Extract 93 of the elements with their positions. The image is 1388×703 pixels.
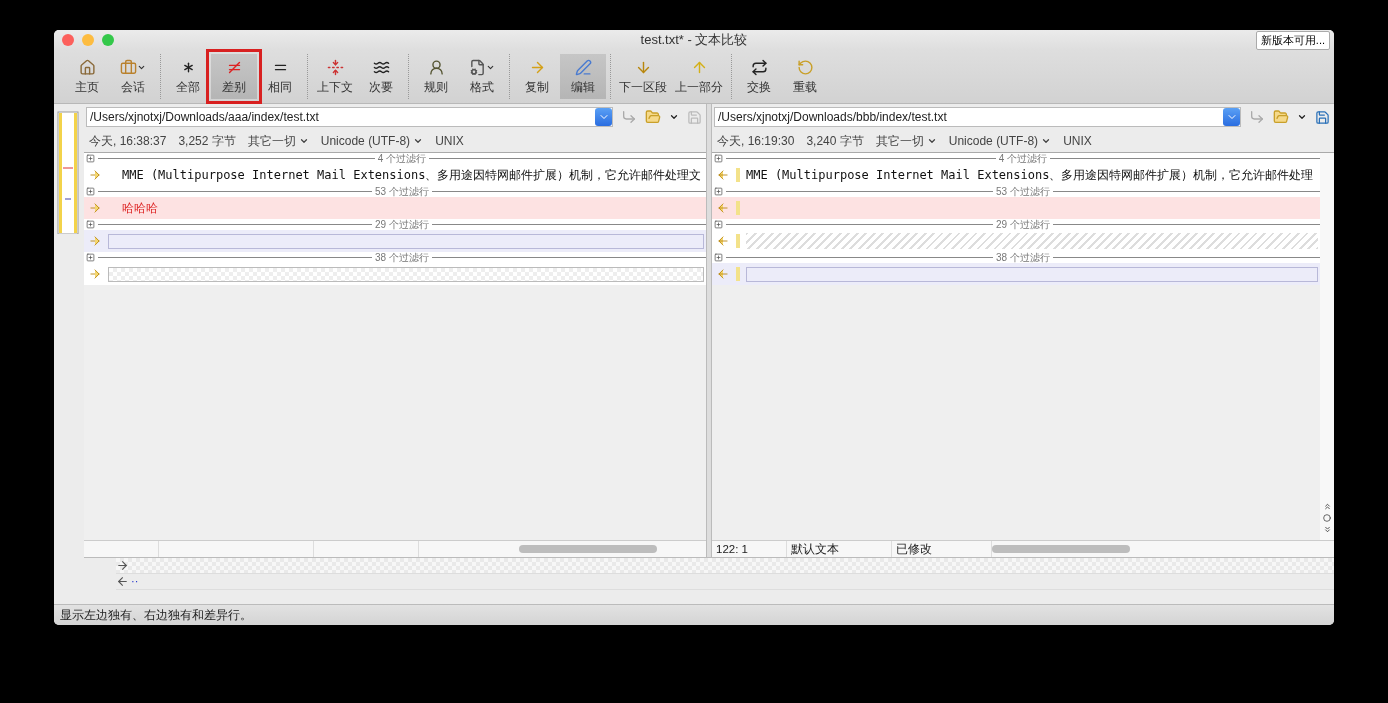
home-icon — [78, 59, 96, 76]
arrow-left-icon — [116, 575, 129, 589]
scroll-down-icon[interactable] — [1322, 525, 1332, 535]
corner-arrow-icon[interactable] — [621, 109, 637, 125]
file-gear-icon — [469, 59, 486, 76]
toolbar-button[interactable]: 上下文 — [312, 54, 358, 99]
filtered-lines-label: 38 个过滤行 — [375, 252, 429, 263]
caret-icon — [298, 136, 309, 146]
arrow-right-icon[interactable] — [88, 201, 102, 215]
toolbar-button[interactable]: 上一部分 — [671, 54, 727, 99]
briefcase-icon — [120, 59, 137, 76]
save-icon[interactable] — [1315, 109, 1330, 125]
filter-select[interactable]: 其它一切 — [875, 132, 937, 150]
expand-icon[interactable] — [714, 187, 723, 196]
waves-icon — [372, 59, 390, 76]
file-date: 今天, 16:38:37 — [89, 132, 167, 150]
change-bar — [736, 234, 740, 248]
line-text: 哈哈哈 — [121, 199, 158, 217]
status-text: 显示左边独有、右边独有和差异行。 — [60, 607, 252, 623]
zoom-button[interactable] — [102, 34, 114, 46]
horizontal-scrollbar[interactable] — [992, 545, 1130, 554]
caret-icon[interactable] — [669, 112, 679, 122]
toolbar-button[interactable]: 下一区段 — [615, 54, 671, 99]
horizontal-scrollbar[interactable] — [519, 545, 657, 554]
filtered-lines-label: 38 个过滤行 — [996, 252, 1050, 263]
arrow-right-icon[interactable] — [88, 168, 102, 182]
toolbar-button[interactable]: 复制 — [514, 54, 560, 99]
file-size: 3,240 字节 — [806, 132, 864, 150]
person-icon — [427, 59, 445, 76]
scroll-up-icon[interactable] — [1322, 502, 1332, 512]
arrow-left-icon[interactable] — [716, 168, 730, 182]
caret-icon — [1041, 136, 1052, 146]
minimize-button[interactable] — [82, 34, 94, 46]
update-button[interactable]: 新版本可用... — [1255, 30, 1330, 50]
whitespace-marks: ·· — [131, 576, 139, 588]
toolbar-button[interactable]: 会话 — [110, 54, 156, 99]
filtered-lines-label: 4 个过滤行 — [998, 153, 1048, 164]
swap-icon — [750, 59, 768, 76]
toolbar-button[interactable]: 重载 — [782, 54, 828, 99]
change-bar — [736, 201, 740, 215]
arrow-right-icon[interactable] — [88, 267, 102, 281]
arrow-left-icon[interactable] — [716, 234, 730, 248]
toolbar-button[interactable]: 格式 — [459, 54, 505, 99]
line-text: MME (Multipurpose Internet Mail Extensions、多用途因特网邮件扩展）机制，它允许邮件处理文 — [121, 166, 702, 184]
caret-icon — [413, 136, 424, 146]
file-date: 今天, 16:19:30 — [717, 132, 795, 150]
expand-icon[interactable] — [714, 220, 723, 229]
filtered-lines-label: 29 个过滤行 — [996, 219, 1050, 230]
expand-icon[interactable] — [86, 253, 95, 262]
pen-icon — [574, 59, 592, 76]
window-title: test.txt* - 文本比较 — [640, 32, 748, 47]
encoding-select[interactable]: Unicode (UTF-8) — [320, 134, 424, 148]
line-ending: UNIX — [435, 134, 464, 148]
toolbar-button[interactable]: 规则 — [413, 54, 459, 99]
arrow-right-icon[interactable] — [88, 234, 102, 248]
toolbar-button[interactable]: 交换 — [736, 54, 782, 99]
caret-icon — [926, 136, 937, 146]
status-cell: 122: 1 — [712, 541, 787, 558]
status-cell: 默认文本 — [787, 541, 892, 558]
expand-icon[interactable] — [86, 187, 95, 196]
arrow-right-icon — [116, 559, 129, 573]
reload-icon — [796, 59, 814, 76]
encoding-select[interactable]: Unicode (UTF-8) — [948, 134, 1052, 148]
path-field[interactable]: /Users/xjnotxj/Downloads/bbb/index/test.txt — [714, 107, 1241, 127]
toolbar-button[interactable]: 相同 — [257, 54, 303, 99]
change-bar — [736, 267, 740, 281]
arrow-left-icon[interactable] — [716, 201, 730, 215]
filter-select[interactable]: 其它一切 — [247, 132, 309, 150]
filtered-lines-label: 53 个过滤行 — [996, 186, 1050, 197]
expand-icon[interactable] — [714, 154, 723, 163]
expand-icon[interactable] — [86, 220, 95, 229]
file-size: 3,252 字节 — [178, 132, 236, 150]
status-cell: 已修改 — [892, 541, 992, 558]
toolbar-button[interactable]: 编辑 — [560, 54, 606, 99]
line-text: MME (Multipurpose Internet Mail Extensions、多用途因特网邮件扩展）机制，它允许邮件处理 — [746, 166, 1314, 184]
folder-icon[interactable] — [1273, 109, 1289, 125]
toolbar-button[interactable]: 主页 — [64, 54, 110, 99]
close-button[interactable] — [62, 34, 74, 46]
change-bar — [736, 168, 740, 182]
filtered-lines-label: 29 个过滤行 — [375, 219, 429, 230]
corner-arrow-icon[interactable] — [1249, 109, 1265, 125]
expand-icon[interactable] — [86, 154, 95, 163]
arrow-left-icon[interactable] — [716, 267, 730, 281]
expand-icon[interactable] — [714, 253, 723, 262]
filtered-lines-label: 4 个过滤行 — [377, 153, 427, 164]
circle-icon[interactable] — [1323, 514, 1331, 523]
filtered-lines-label: 53 个过滤行 — [375, 186, 429, 197]
toolbar-button[interactable]: 次要 — [358, 54, 404, 99]
caret-icon[interactable] — [1297, 112, 1307, 122]
folder-icon[interactable] — [645, 109, 661, 125]
path-field[interactable]: /Users/xjnotxj/Downloads/aaa/index/test.txt — [86, 107, 613, 127]
line-ending: UNIX — [1063, 134, 1092, 148]
fold-icon — [326, 59, 344, 76]
